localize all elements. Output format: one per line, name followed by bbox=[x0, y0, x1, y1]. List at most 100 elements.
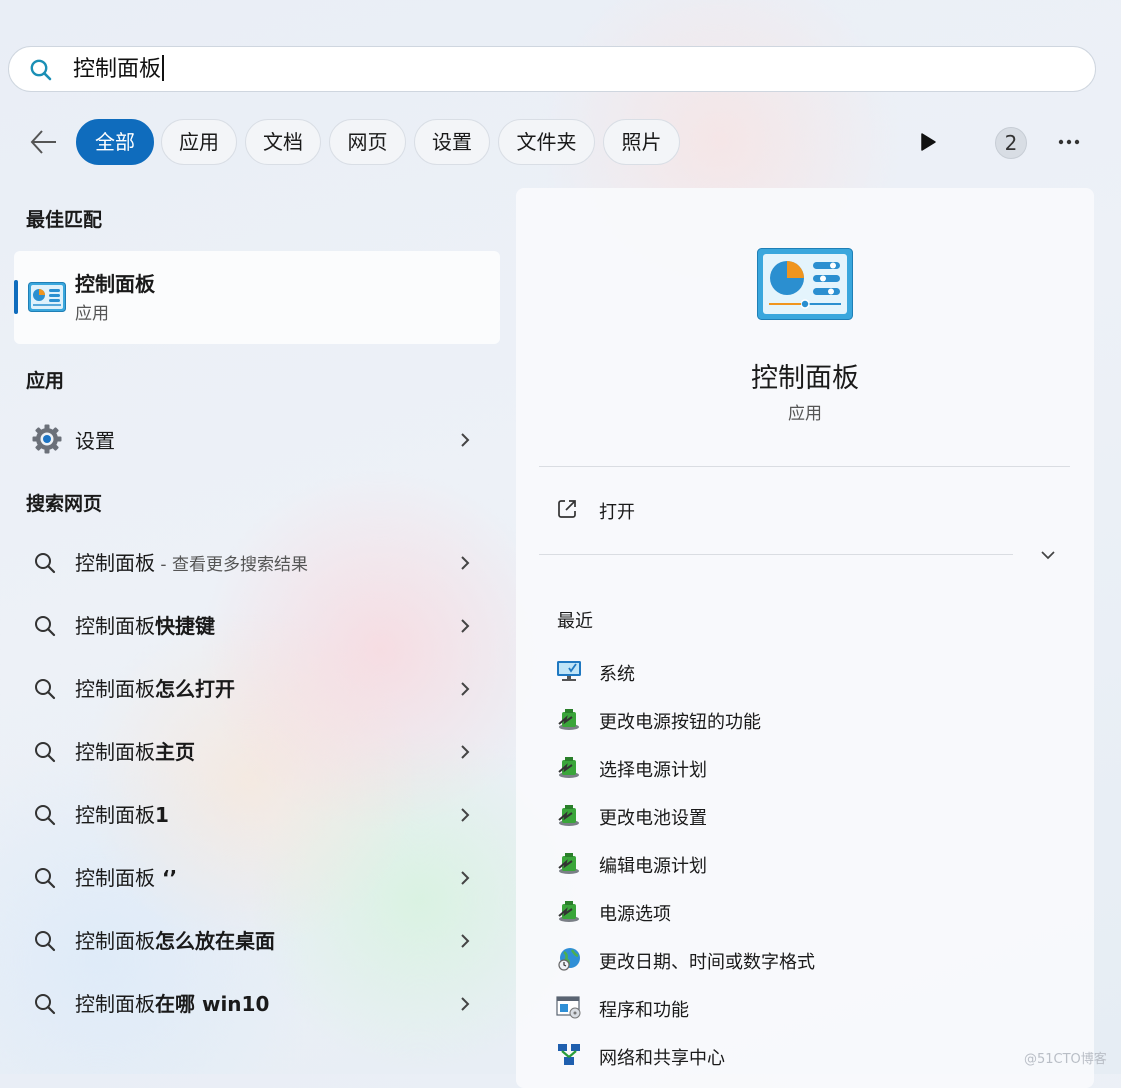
text-caret bbox=[162, 55, 165, 81]
recent-item[interactable]: 程序和功能 bbox=[556, 994, 1056, 1024]
divider bbox=[539, 466, 1070, 467]
recent-item[interactable]: 网络和共享中心 bbox=[556, 1042, 1056, 1072]
best-match-card[interactable]: 控制面板 应用 bbox=[14, 251, 500, 344]
web-result-prefix: 控制面板 bbox=[75, 929, 155, 953]
recent-item-label: 更改电源按钮的功能 bbox=[599, 712, 761, 733]
search-icon bbox=[35, 994, 56, 1015]
web-result-subtext: - 查看更多搜索结果 bbox=[155, 555, 308, 575]
power-options-icon bbox=[558, 709, 579, 730]
divider bbox=[539, 554, 1013, 555]
web-result[interactable]: 控制面板在哪 win10 bbox=[14, 975, 500, 1031]
search-icon bbox=[35, 553, 56, 574]
result-count-badge[interactable]: 2 bbox=[995, 127, 1027, 159]
web-result-prefix: 控制面板 bbox=[75, 677, 155, 701]
recent-item-label: 程序和功能 bbox=[599, 1000, 689, 1021]
power-options-icon bbox=[558, 853, 579, 874]
power-options-icon bbox=[558, 757, 579, 778]
web-result-suffix: 主页 bbox=[155, 740, 195, 764]
web-result[interactable]: 控制面板1 bbox=[14, 786, 500, 842]
web-result-prefix: 控制面板 bbox=[75, 614, 155, 638]
filter-all[interactable]: 全部 bbox=[76, 119, 154, 165]
recent-heading: 最近 bbox=[557, 611, 593, 632]
open-label: 打开 bbox=[599, 502, 635, 523]
chevron-right-icon bbox=[461, 433, 470, 447]
chevron-right-icon bbox=[461, 808, 470, 822]
search-icon bbox=[35, 679, 56, 700]
filter-folders[interactable]: 文件夹 bbox=[498, 119, 595, 165]
power-options-icon bbox=[558, 805, 579, 826]
recent-item-label: 更改日期、时间或数字格式 bbox=[599, 952, 815, 973]
web-result-suffix: 快捷键 bbox=[155, 614, 215, 638]
control-panel-icon bbox=[757, 248, 853, 320]
filter-web[interactable]: 网页 bbox=[329, 119, 406, 165]
search-icon bbox=[35, 616, 56, 637]
system-monitor-icon bbox=[557, 661, 581, 681]
app-result-settings[interactable]: 设置 bbox=[14, 411, 500, 467]
search-icon bbox=[35, 742, 56, 763]
recent-item-label: 编辑电源计划 bbox=[599, 856, 707, 877]
filter-settings[interactable]: 设置 bbox=[414, 119, 490, 165]
preview-panel: 控制面板 应用 打开 最近 系统 更改电源按钮的功能 选择电源计划 更改电池设置… bbox=[516, 188, 1094, 1088]
search-query: 控制面板 bbox=[73, 57, 162, 82]
filter-photos[interactable]: 照片 bbox=[603, 119, 680, 165]
recent-item[interactable]: 更改电池设置 bbox=[556, 802, 1056, 832]
web-result-prefix: 控制面板 bbox=[75, 551, 155, 575]
web-result-label: 控制面板1 bbox=[75, 799, 169, 828]
chevron-right-icon bbox=[461, 745, 470, 759]
selection-indicator bbox=[14, 280, 18, 314]
web-result-label: 控制面板主页 bbox=[75, 736, 195, 765]
recent-item-label: 更改电池设置 bbox=[599, 808, 707, 829]
recent-item-label: 系统 bbox=[599, 664, 635, 685]
best-match-name: 控制面板 bbox=[75, 272, 155, 296]
best-match-heading: 最佳匹配 bbox=[26, 209, 103, 231]
web-result-label: 控制面板怎么放在桌面 bbox=[75, 925, 275, 954]
web-result-suffix: 1 bbox=[155, 803, 169, 827]
recent-item[interactable]: 编辑电源计划 bbox=[556, 850, 1056, 880]
chevron-right-icon bbox=[461, 997, 470, 1011]
web-result[interactable]: 控制面板快捷键 bbox=[14, 597, 500, 653]
back-arrow-icon[interactable] bbox=[28, 128, 58, 156]
preview-title: 控制面板 bbox=[751, 363, 859, 394]
recent-item[interactable]: 选择电源计划 bbox=[556, 754, 1056, 784]
power-options-icon bbox=[558, 901, 579, 922]
web-result-prefix: 控制面板 bbox=[75, 803, 155, 827]
web-result-suffix: ‘’ bbox=[155, 866, 178, 890]
recent-item[interactable]: 系统 bbox=[556, 658, 1056, 688]
web-result[interactable]: 控制面板 - 查看更多搜索结果 bbox=[14, 534, 500, 590]
chevron-right-icon bbox=[461, 556, 470, 570]
web-result-suffix: 怎么放在桌面 bbox=[155, 929, 275, 953]
search-box[interactable]: 控制面板 bbox=[8, 46, 1096, 92]
recent-item[interactable]: 更改日期、时间或数字格式 bbox=[556, 946, 1056, 976]
web-result-label: 控制面板 ‘’ bbox=[75, 862, 177, 891]
open-external-icon bbox=[558, 500, 576, 518]
filter-apps[interactable]: 应用 bbox=[161, 119, 237, 165]
preview-subtitle: 应用 bbox=[788, 404, 822, 424]
play-icon[interactable] bbox=[914, 128, 942, 156]
web-result-label: 控制面板 - 查看更多搜索结果 bbox=[75, 547, 308, 576]
chevron-right-icon bbox=[461, 682, 470, 696]
globe-clock-icon bbox=[558, 948, 580, 971]
web-result-suffix: 怎么打开 bbox=[155, 677, 235, 701]
chevron-down-icon[interactable] bbox=[1040, 549, 1056, 561]
web-result[interactable]: 控制面板怎么打开 bbox=[14, 660, 500, 716]
recent-item-label: 电源选项 bbox=[599, 904, 671, 925]
web-result[interactable]: 控制面板怎么放在桌面 bbox=[14, 912, 500, 968]
search-icon bbox=[35, 931, 56, 952]
web-result[interactable]: 控制面板主页 bbox=[14, 723, 500, 779]
web-result[interactable]: 控制面板 ‘’ bbox=[14, 849, 500, 905]
control-panel-icon bbox=[28, 282, 66, 312]
recent-item[interactable]: 电源选项 bbox=[556, 898, 1056, 928]
web-result-label: 控制面板在哪 win10 bbox=[75, 988, 269, 1017]
settings-gear-icon bbox=[32, 424, 62, 454]
search-icon bbox=[35, 868, 56, 889]
search-input[interactable]: 控制面板 bbox=[73, 55, 165, 84]
chevron-right-icon bbox=[461, 934, 470, 948]
recent-item[interactable]: 更改电源按钮的功能 bbox=[556, 706, 1056, 736]
search-icon bbox=[30, 59, 52, 81]
filter-documents[interactable]: 文档 bbox=[245, 119, 321, 165]
web-result-suffix: 在哪 win10 bbox=[155, 992, 270, 1016]
programs-icon bbox=[556, 996, 581, 1019]
search-icon bbox=[35, 805, 56, 826]
network-icon bbox=[558, 1044, 580, 1065]
more-options-icon[interactable] bbox=[1052, 128, 1086, 156]
